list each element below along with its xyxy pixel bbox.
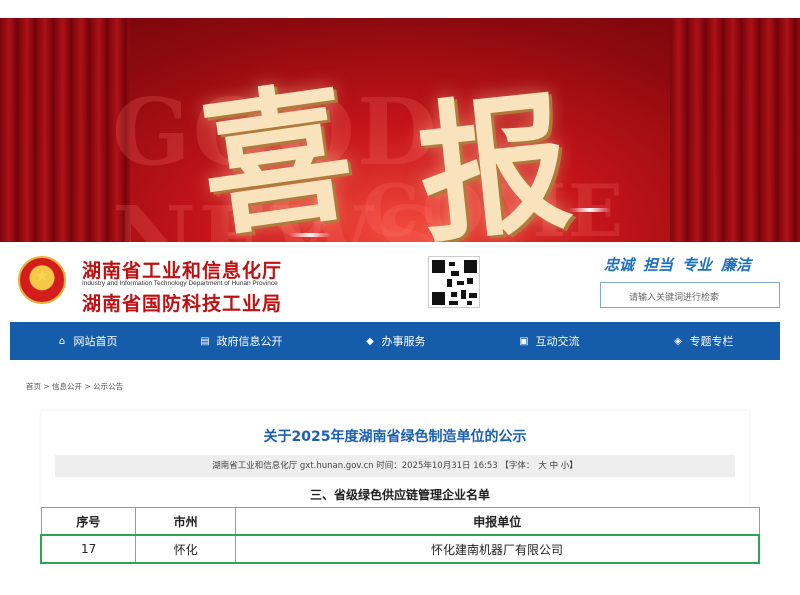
article-meta-text: 湖南省工业和信息化厅 gxt.hunan.gov.cn 时间：2025年10月3…: [212, 461, 535, 471]
column-header: 申报单位: [235, 507, 760, 536]
nav-item-topics[interactable]: ◈ 专题专栏: [626, 322, 780, 360]
motto-word: 廉洁: [721, 256, 752, 274]
table-row: 17 怀化 怀化建南机器厂有限公司: [40, 534, 760, 564]
nav-label: 政府信息公开: [216, 335, 283, 348]
cell-company: 怀化建南机器厂有限公司: [235, 534, 760, 564]
qr-code-icon: [428, 256, 480, 308]
nav-label: 专题专栏: [689, 335, 734, 348]
service-icon: ◆: [366, 335, 374, 347]
breadcrumb[interactable]: 首页 > 信息公开 > 公示公告: [26, 381, 123, 392]
cell-city: 怀化: [135, 534, 236, 564]
column-header: 市州: [135, 507, 236, 536]
document-icon: ▤: [200, 335, 210, 347]
nav-label: 办事服务: [381, 335, 426, 348]
national-emblem-icon: [18, 256, 66, 304]
table-header-row: 序号 市州 申报单位: [40, 507, 760, 536]
sparkle: [280, 233, 340, 237]
font-size-controls[interactable]: 大 中 小】: [538, 461, 577, 471]
article-meta: 湖南省工业和信息化厅 gxt.hunan.gov.cn 时间：2025年10月3…: [55, 455, 735, 477]
banner-char-bao: 报: [410, 73, 579, 242]
site-header: 湖南省工业和信息化厅 Industry and Information Tech…: [0, 242, 800, 322]
sparkle: [560, 208, 620, 212]
nav-item-services[interactable]: ◆ 办事服务: [318, 322, 472, 360]
layers-icon: ◈: [674, 335, 682, 347]
company-table: 序号 市州 申报单位 17 怀化 怀化建南机器厂有限公司: [40, 507, 760, 564]
section-heading: 三、省级绿色供应链管理企业名单: [309, 488, 490, 502]
nav-label: 网站首页: [73, 335, 118, 348]
search-input[interactable]: 请输入关键词进行检索: [600, 282, 780, 308]
banner-char-xi: 喜: [190, 63, 364, 242]
article-title: 关于2025年度湖南省绿色制造单位的公示: [263, 429, 527, 445]
nav-item-home[interactable]: ⌂ 网站首页: [10, 322, 164, 360]
org-name-1[interactable]: 湖南省工业和信息化厅: [82, 256, 282, 283]
home-icon: ⌂: [58, 335, 66, 347]
org-name-english: Industry and Information Technology Depa…: [82, 280, 278, 287]
main-nav: ⌂ 网站首页 ▤ 政府信息公开 ◆ 办事服务 ▣ 互动交流 ◈ 专题专栏: [10, 322, 780, 360]
motto-word: 专业: [682, 256, 713, 274]
org-name-2[interactable]: 湖南省国防科技工业局: [82, 289, 282, 316]
nav-item-gov-info[interactable]: ▤ 政府信息公开: [164, 322, 318, 360]
nav-item-interaction[interactable]: ▣ 互动交流: [472, 322, 626, 360]
good-news-banner: GOOD NEWS TO COME 喜 报: [0, 18, 800, 242]
chat-icon: ▣: [519, 335, 529, 347]
motto: 忠诚 担当 专业 廉洁: [604, 254, 760, 275]
cell-index: 17: [40, 534, 137, 564]
nav-label: 互动交流: [535, 335, 580, 348]
curtain-left: [0, 18, 130, 242]
motto-word: 担当: [643, 256, 674, 274]
column-header: 序号: [40, 507, 137, 536]
motto-word: 忠诚: [604, 256, 635, 274]
